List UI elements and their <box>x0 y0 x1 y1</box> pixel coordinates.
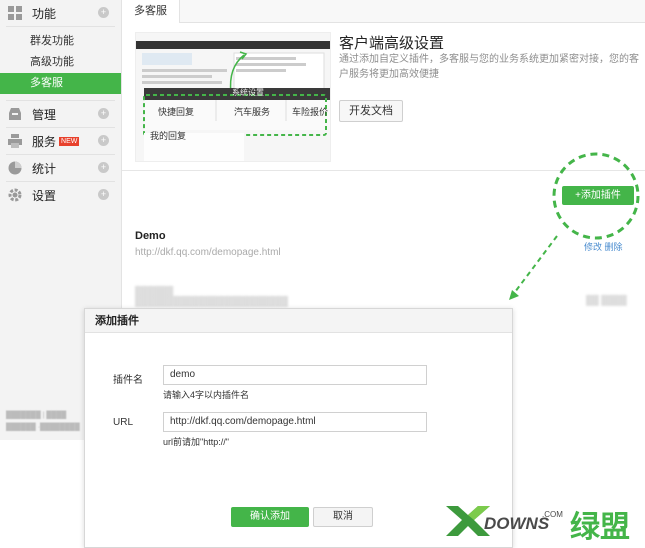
nav-group-service[interactable]: 服务 NEW + <box>0 128 121 154</box>
watermark-suffix: 绿盟 <box>570 511 630 544</box>
preview-tab-quick-reply: 快捷回复 <box>158 107 195 117</box>
plugin-actions[interactable]: 修改 删除 <box>584 240 623 253</box>
tab-bar: 多客服 <box>122 0 645 23</box>
preview-my-reply: 我的回复 <box>150 131 187 141</box>
url-label: URL <box>113 417 134 428</box>
nav-group-settings[interactable]: 设置 + <box>0 182 121 208</box>
preview-tab-insurance: 车险报价 <box>292 107 329 117</box>
page-description: 通过添加自定义插件，多客服与您的业务系统更加紧密对接，您的客户服务将更加高效便捷 <box>339 54 639 80</box>
url-hint: url前请加"http://" <box>163 437 229 447</box>
nav-group-label: 功能 <box>32 6 57 21</box>
divider <box>6 26 115 27</box>
nav-group-features[interactable]: 功能 + <box>0 0 121 26</box>
sidebar-item-advanced[interactable]: 高级功能 <box>0 52 121 73</box>
dev-docs-button[interactable]: 开发文档 <box>339 100 403 122</box>
blurred-plugin-row: ██████ ████████████████████████ <box>135 286 289 306</box>
sidebar-item-mass-send[interactable]: 群发功能 <box>0 31 121 52</box>
sidebar-item-multi-service[interactable]: 多客服 <box>0 73 121 94</box>
watermark-text: DOWNS <box>484 514 550 533</box>
url-input[interactable]: http://dkf.qq.com/demopage.html <box>163 412 427 432</box>
watermark-logo: DOWNS .COM 绿盟 <box>444 498 640 544</box>
nav-group-label: 统计 <box>32 161 57 176</box>
nav-group-manage[interactable]: 管理 + <box>0 101 121 127</box>
plugin-url: http://dkf.qq.com/demopage.html <box>135 247 281 258</box>
expand-icon[interactable]: + <box>98 162 109 173</box>
confirm-add-button[interactable]: 确认添加 <box>231 507 309 527</box>
dialog-title: 添加插件 <box>85 309 512 333</box>
nav-group-label: 管理 <box>32 107 57 122</box>
nav-group-label: 服务 <box>32 134 57 149</box>
plugin-name-hint: 请输入4字以内插件名 <box>163 390 250 400</box>
gear-icon <box>8 188 22 202</box>
expand-icon[interactable]: + <box>98 189 109 200</box>
preview-title: 系统设置 <box>232 88 264 97</box>
grid-icon <box>8 6 22 20</box>
plugin-name-input[interactable]: demo <box>163 365 427 385</box>
page-title: 客户端高级设置 <box>339 35 445 52</box>
tab-multi-service[interactable]: 多客服 <box>122 0 180 23</box>
plugin-name: Demo <box>135 230 166 242</box>
plugin-name-label: 插件名 <box>113 375 143 386</box>
printer-icon <box>8 134 22 148</box>
watermark-com: .COM <box>542 510 563 519</box>
nav-group-label: 设置 <box>32 188 57 203</box>
expand-icon[interactable]: + <box>98 7 109 18</box>
new-badge: NEW <box>59 136 80 146</box>
cancel-button[interactable]: 取消 <box>313 507 373 527</box>
blurred-plugin-actions: ██ ████ <box>586 295 627 305</box>
divider <box>122 170 645 171</box>
add-plugin-button[interactable]: +添加插件 <box>562 186 634 205</box>
client-preview-image: 系统设置 快捷回复 汽车服务 车险报价 我的回复 <box>135 32 331 162</box>
expand-icon[interactable]: + <box>98 108 109 119</box>
expand-icon[interactable]: + <box>98 135 109 146</box>
preview-tab-car-service: 汽车服务 <box>234 107 271 117</box>
footer-text: ███████ | ████ ██████ ·████████ <box>6 412 80 431</box>
pie-chart-icon <box>8 161 22 175</box>
nav-group-stats[interactable]: 统计 + <box>0 155 121 181</box>
inbox-icon <box>8 107 22 121</box>
